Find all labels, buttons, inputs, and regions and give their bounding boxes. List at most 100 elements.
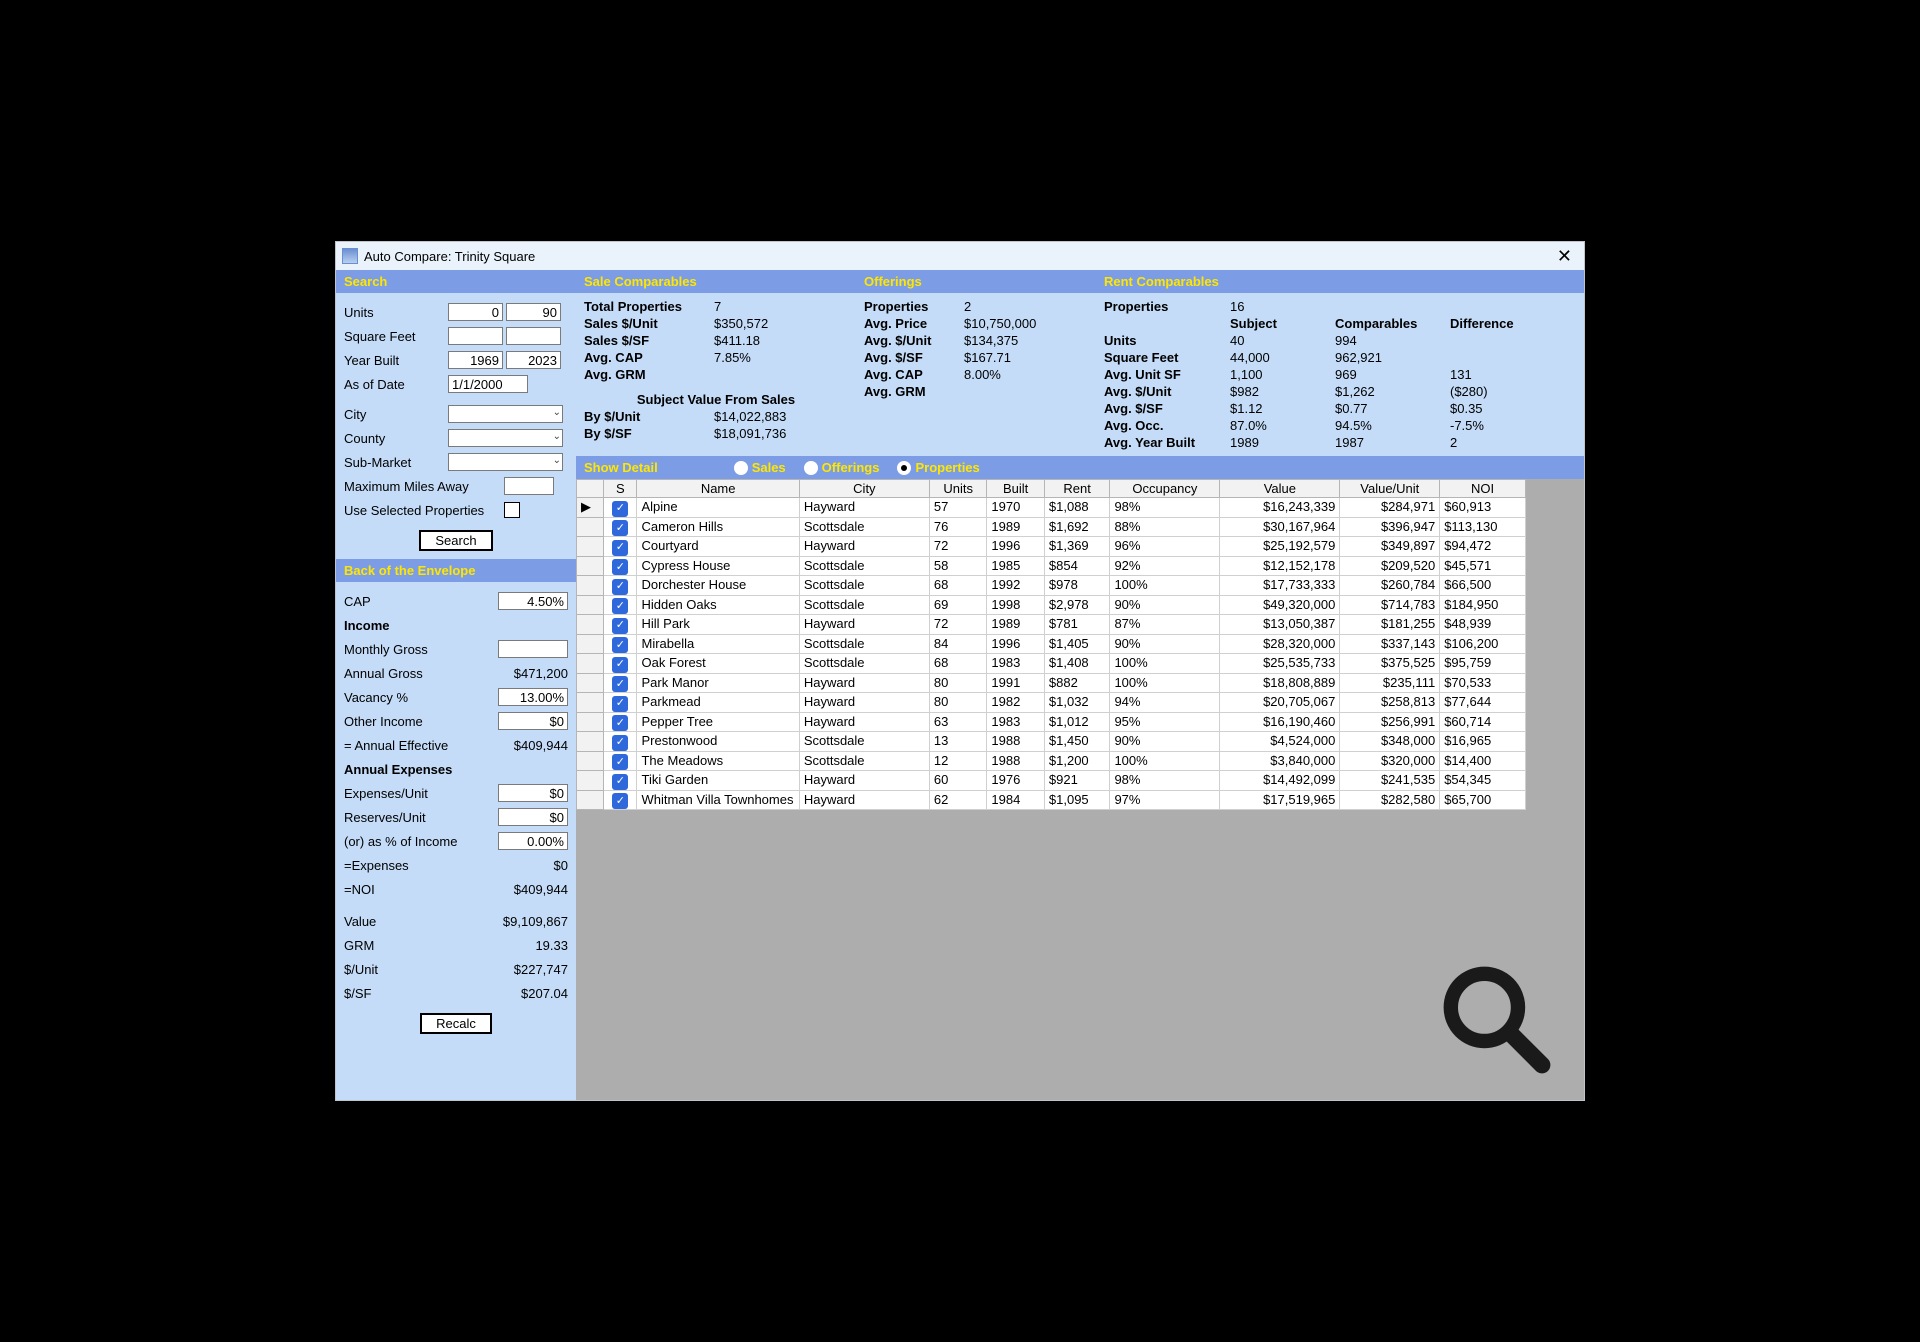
row-checkbox[interactable]: ✓ <box>612 598 628 614</box>
sales-cap: 7.85% <box>714 350 834 365</box>
rent-pu-d: ($280) <box>1450 384 1540 399</box>
search-panel: Units Square Feet Year Built As of Date … <box>336 293 576 559</box>
resunit-input[interactable] <box>498 808 568 826</box>
col-vpu[interactable]: Value/Unit <box>1340 480 1440 498</box>
year-max-input[interactable] <box>506 351 561 369</box>
pctinc-label: (or) as % of Income <box>344 834 474 849</box>
col-name[interactable]: Name <box>637 480 799 498</box>
table-row[interactable]: ✓Cypress HouseScottsdale581985$85492%$12… <box>577 556 1526 576</box>
close-button[interactable]: ✕ <box>1551 246 1578 267</box>
col-value[interactable]: Value <box>1220 480 1340 498</box>
row-checkbox[interactable]: ✓ <box>612 559 628 575</box>
maxmiles-input[interactable] <box>504 477 554 495</box>
row-checkbox[interactable]: ✓ <box>612 696 628 712</box>
county-combo[interactable] <box>448 429 563 447</box>
row-checkbox[interactable]: ✓ <box>612 793 628 809</box>
col-s[interactable]: S <box>604 480 637 498</box>
col-rent[interactable]: Rent <box>1044 480 1110 498</box>
persf-value: $207.04 <box>448 986 568 1001</box>
row-checkbox[interactable]: ✓ <box>612 754 628 770</box>
rent-units-label: Units <box>1104 333 1230 348</box>
rent-psf-s: $1.12 <box>1230 401 1335 416</box>
col-occ[interactable]: Occupancy <box>1110 480 1220 498</box>
row-checkbox[interactable]: ✓ <box>612 657 628 673</box>
radio-sales[interactable]: Sales <box>734 460 786 475</box>
sqft-min-input[interactable] <box>448 327 503 345</box>
rent-psf-c: $0.77 <box>1335 401 1450 416</box>
units-min-input[interactable] <box>448 303 503 321</box>
expunit-input[interactable] <box>498 784 568 802</box>
year-min-input[interactable] <box>448 351 503 369</box>
vac-input[interactable] <box>498 688 568 706</box>
table-row[interactable]: ✓The MeadowsScottsdale121988$1,200100%$3… <box>577 751 1526 771</box>
submarket-combo[interactable] <box>448 453 563 471</box>
row-checkbox[interactable]: ✓ <box>612 774 628 790</box>
row-checkbox[interactable]: ✓ <box>612 637 628 653</box>
rent-usf-c: 969 <box>1335 367 1450 382</box>
pctinc-input[interactable] <box>498 832 568 850</box>
sqft-max-input[interactable] <box>506 327 561 345</box>
row-checkbox[interactable]: ✓ <box>612 735 628 751</box>
expunit-label: Expenses/Unit <box>344 786 448 801</box>
sqft-label: Square Feet <box>344 329 448 344</box>
table-row[interactable]: ✓Park ManorHayward801991$882100%$18,808,… <box>577 673 1526 693</box>
window-icon <box>342 248 358 264</box>
rent-psf-d: $0.35 <box>1450 401 1540 416</box>
recalc-button[interactable]: Recalc <box>420 1013 492 1034</box>
properties-grid[interactable]: S Name City Units Built Rent Occupancy V… <box>576 479 1526 810</box>
use-selected-checkbox[interactable] <box>504 502 520 518</box>
other-label: Other Income <box>344 714 448 729</box>
rent-yb-s: 1989 <box>1230 435 1335 450</box>
col-city[interactable]: City <box>799 480 929 498</box>
county-label: County <box>344 431 448 446</box>
radio-properties[interactable]: Properties <box>897 460 979 475</box>
table-row[interactable]: ✓Hill ParkHayward721989$78187%$13,050,38… <box>577 615 1526 635</box>
asof-label: As of Date <box>344 377 448 392</box>
rent-yb-c: 1987 <box>1335 435 1450 450</box>
table-row[interactable]: ✓Dorchester HouseScottsdale681992$978100… <box>577 576 1526 596</box>
city-label: City <box>344 407 448 422</box>
off-grm <box>964 384 1084 399</box>
row-checkbox[interactable]: ✓ <box>612 579 628 595</box>
sales-spsf-label: Sales $/SF <box>584 333 714 348</box>
table-row[interactable]: ✓Cameron HillsScottsdale761989$1,69288%$… <box>577 517 1526 537</box>
units-max-input[interactable] <box>506 303 561 321</box>
table-row[interactable]: ✓Tiki GardenHayward601976$92198%$14,492,… <box>577 771 1526 791</box>
year-label: Year Built <box>344 353 448 368</box>
rent-yb-d: 2 <box>1450 435 1540 450</box>
table-row[interactable]: ✓Oak ForestScottsdale681983$1,408100%$25… <box>577 654 1526 674</box>
col-built[interactable]: Built <box>987 480 1044 498</box>
radio-offerings[interactable]: Offerings <box>804 460 880 475</box>
sales-grm <box>714 367 834 382</box>
table-row[interactable]: ✓Pepper TreeHayward631983$1,01295%$16,19… <box>577 712 1526 732</box>
row-checkbox[interactable]: ✓ <box>612 715 628 731</box>
subj-header: Subject Value From Sales <box>584 392 848 407</box>
sales-spsf: $411.18 <box>714 333 834 348</box>
col-units[interactable]: Units <box>929 480 986 498</box>
table-row[interactable]: ▶✓AlpineHayward571970$1,08898%$16,243,33… <box>577 498 1526 518</box>
col-noi[interactable]: NOI <box>1440 480 1526 498</box>
search-button[interactable]: Search <box>419 530 492 551</box>
table-row[interactable]: ✓CourtyardHayward721996$1,36996%$25,192,… <box>577 537 1526 557</box>
table-row[interactable]: ✓Whitman Villa TownhomesHayward621984$1,… <box>577 790 1526 810</box>
other-input[interactable] <box>498 712 568 730</box>
row-checkbox[interactable]: ✓ <box>612 520 628 536</box>
row-checkbox[interactable]: ✓ <box>612 501 628 517</box>
row-checkbox[interactable]: ✓ <box>612 618 628 634</box>
mgross-input[interactable] <box>498 640 568 658</box>
table-row[interactable]: ✓MirabellaScottsdale841996$1,40590%$28,3… <box>577 634 1526 654</box>
asof-input[interactable] <box>448 375 528 393</box>
detail-bar: Show Detail Sales Offerings Properties <box>576 456 1584 479</box>
off-cap-label: Avg. CAP <box>864 367 964 382</box>
rent-occ-c: 94.5% <box>1335 418 1450 433</box>
table-row[interactable]: ✓ParkmeadHayward801982$1,03294%$20,705,0… <box>577 693 1526 713</box>
row-checkbox[interactable]: ✓ <box>612 676 628 692</box>
table-row[interactable]: ✓Hidden OaksScottsdale691998$2,97890%$49… <box>577 595 1526 615</box>
cap-input[interactable] <box>498 592 568 610</box>
row-checkbox[interactable]: ✓ <box>612 540 628 556</box>
grm-value: 19.33 <box>448 938 568 953</box>
city-combo[interactable] <box>448 405 563 423</box>
table-row[interactable]: ✓PrestonwoodScottsdale131988$1,45090%$4,… <box>577 732 1526 752</box>
window-title: Auto Compare: Trinity Square <box>364 249 1551 264</box>
resunit-label: Reserves/Unit <box>344 810 448 825</box>
